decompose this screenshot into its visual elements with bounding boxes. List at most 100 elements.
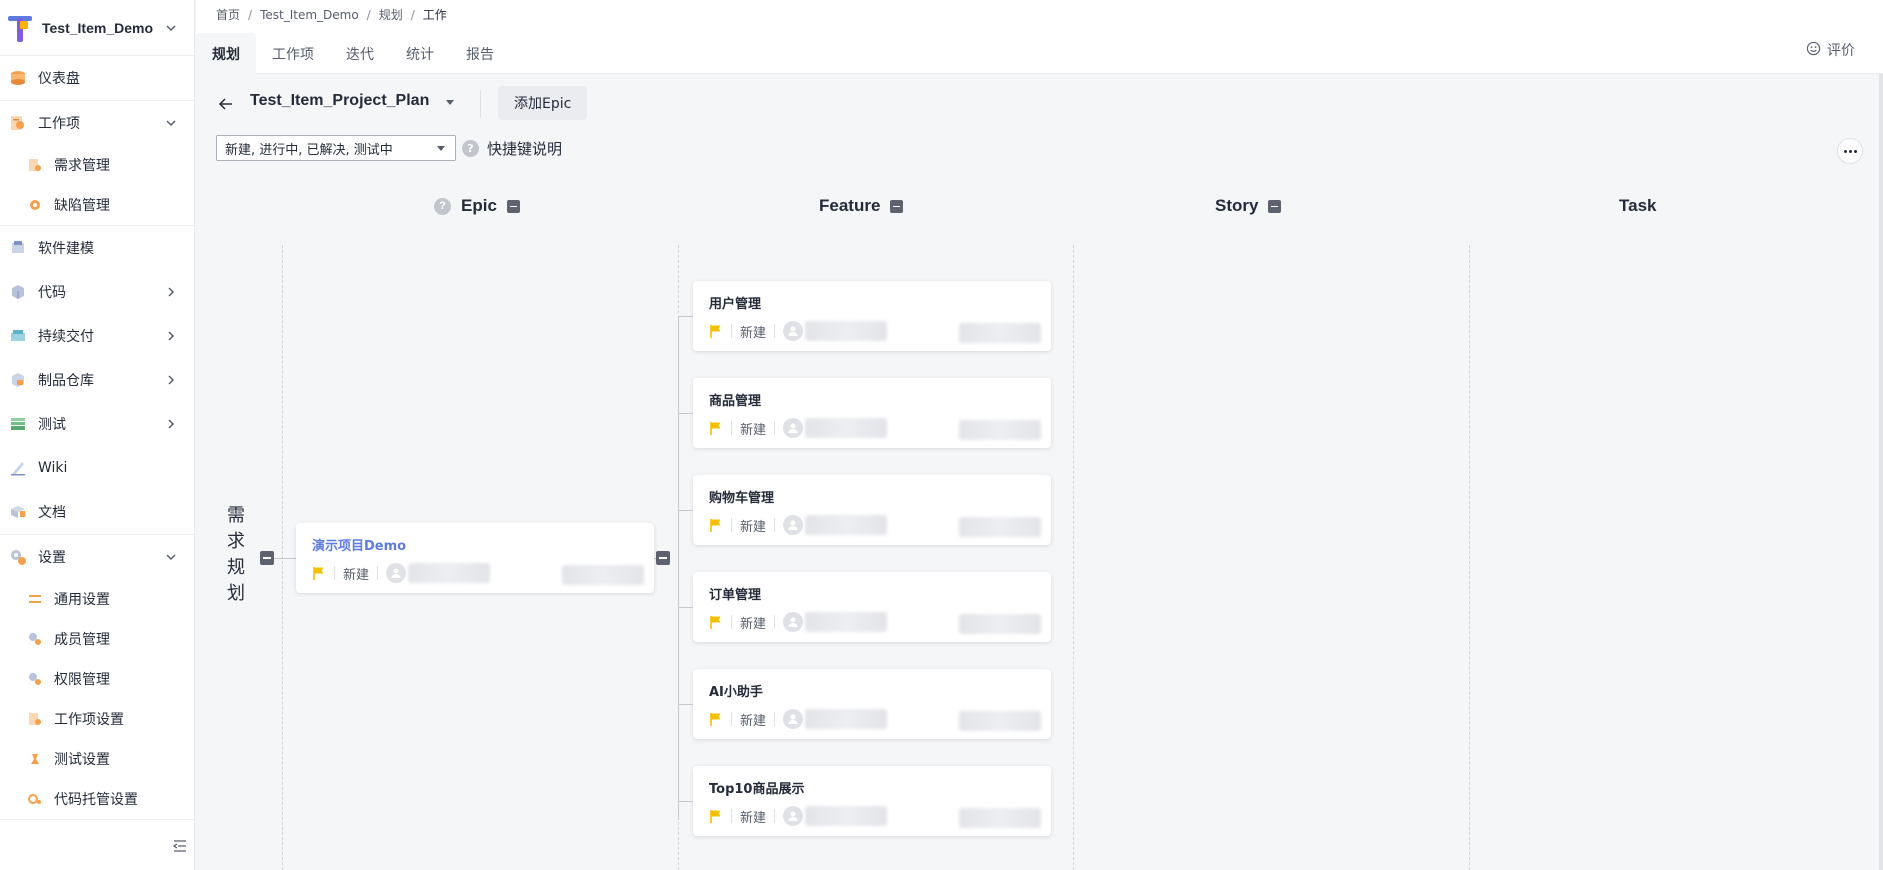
status-label[interactable]: 新建: [343, 564, 369, 583]
sidebar-item-label: 持续交付: [38, 329, 94, 345]
divider: [774, 421, 776, 435]
sidebar-item-work-items[interactable]: 工作项: [0, 101, 194, 145]
feature-card[interactable]: Top10商品展示 新建: [693, 766, 1051, 836]
avatar-icon[interactable]: [783, 515, 804, 535]
breadcrumb-plan[interactable]: 规划: [379, 6, 403, 23]
divider: [731, 615, 732, 629]
add-epic-button[interactable]: 添加Epic: [498, 86, 588, 120]
tab-work-items[interactable]: 工作项: [256, 33, 330, 74]
wiki-icon: [8, 458, 28, 478]
sidebar-item-defects[interactable]: 缺陷管理: [0, 185, 194, 225]
chevron-right-icon: [162, 327, 180, 345]
collapse-column-icon[interactable]: [890, 199, 904, 213]
sidebar-item-docs[interactable]: 文档: [0, 490, 194, 534]
sidebar-item-modeling[interactable]: 软件建模: [0, 226, 194, 270]
epic-title[interactable]: 演示项目Demo: [312, 535, 406, 554]
collapse-column-icon[interactable]: [506, 199, 520, 213]
tab-iterations[interactable]: 迭代: [330, 33, 390, 74]
avatar-icon[interactable]: [783, 321, 804, 341]
collapse-swimlane-icon[interactable]: [260, 551, 274, 565]
tab-statistics[interactable]: 统计: [390, 33, 450, 74]
divider: [774, 615, 776, 629]
status-label[interactable]: 新建: [740, 613, 766, 632]
sidebar-item-code[interactable]: 代码: [0, 270, 194, 314]
modeling-icon: [8, 238, 28, 258]
vertical-scrollbar[interactable]: [1879, 74, 1883, 870]
status-filter-value: 新建, 进行中, 已解决, 测试中: [225, 142, 393, 158]
feature-card[interactable]: 商品管理 新建: [693, 378, 1051, 448]
sidebar-item-label: 文档: [38, 505, 66, 521]
feedback-button[interactable]: 评价: [1806, 40, 1855, 60]
tab-reports[interactable]: 报告: [450, 33, 510, 74]
collapse-column-icon[interactable]: [1268, 199, 1282, 213]
avatar-icon[interactable]: [386, 563, 407, 583]
status-label[interactable]: 新建: [740, 322, 766, 341]
feature-card[interactable]: 订单管理 新建: [693, 572, 1051, 642]
divider: [774, 518, 776, 532]
feature-card[interactable]: AI小助手 新建: [693, 669, 1051, 739]
feature-title[interactable]: Top10商品展示: [709, 778, 804, 797]
feature-title[interactable]: 商品管理: [709, 390, 761, 409]
top-bar: 首页 / Test_Item_Demo / 规划 / 工作 规划 工作项 迭代 …: [196, 0, 1883, 74]
breadcrumb-project[interactable]: Test_Item_Demo: [260, 8, 359, 22]
collapse-sidebar-icon[interactable]: [170, 836, 190, 856]
sidebar-item-label: 制品仓库: [38, 373, 94, 389]
sidebar-item-dashboard[interactable]: 仪表盘: [0, 56, 194, 100]
sidebar-item-wiki[interactable]: Wiki: [0, 446, 194, 490]
feature-title[interactable]: 购物车管理: [709, 487, 774, 506]
avatar-icon[interactable]: [783, 709, 804, 729]
flag-icon: [709, 615, 723, 629]
collapse-epic-children-icon[interactable]: [656, 551, 670, 565]
back-arrow-icon[interactable]: [216, 94, 236, 114]
avatar-icon[interactable]: [783, 612, 804, 632]
sidebar-item-label: 需求管理: [54, 158, 110, 174]
plan-title[interactable]: Test_Item_Project_Plan: [250, 92, 429, 110]
sidebar-item-repo-settings[interactable]: 代码托管设置: [0, 779, 194, 819]
card-meta: 新建: [709, 515, 888, 535]
sidebar-item-requirements[interactable]: 需求管理: [0, 145, 194, 185]
connector-line: [678, 316, 679, 820]
epic-card[interactable]: 演示项目Demo 新建: [296, 523, 654, 593]
more-options-button[interactable]: [1837, 138, 1863, 164]
project-switcher[interactable]: Test_Item_Demo: [0, 0, 194, 56]
feature-card[interactable]: 购物车管理 新建: [693, 475, 1051, 545]
column-divider: [1469, 245, 1470, 870]
status-filter-select[interactable]: 新建, 进行中, 已解决, 测试中: [216, 135, 456, 161]
column-divider: [1073, 245, 1074, 870]
feature-card[interactable]: 用户管理 新建: [693, 281, 1051, 351]
sidebar-item-permissions[interactable]: 权限管理: [0, 659, 194, 699]
connector-line: [678, 413, 693, 414]
help-icon[interactable]: ?: [462, 139, 479, 157]
tab-plan[interactable]: 规划: [196, 33, 256, 74]
breadcrumb-home[interactable]: 首页: [216, 6, 240, 23]
status-label[interactable]: 新建: [740, 807, 766, 826]
status-label[interactable]: 新建: [740, 710, 766, 729]
status-label[interactable]: 新建: [740, 516, 766, 535]
connector-line: [678, 607, 693, 608]
sidebar-item-members[interactable]: 成员管理: [0, 619, 194, 659]
card-meta: 新建: [709, 418, 888, 438]
sidebar-item-label: 缺陷管理: [54, 198, 110, 214]
sidebar-item-testing[interactable]: 测试: [0, 402, 194, 446]
feature-title[interactable]: 用户管理: [709, 293, 761, 312]
avatar-icon[interactable]: [783, 418, 804, 438]
redacted-assignee: [805, 806, 888, 826]
shortcut-help-link[interactable]: 快捷键说明: [487, 138, 562, 159]
sidebar-item-delivery[interactable]: 持续交付: [0, 314, 194, 358]
project-name: Test_Item_Demo: [42, 19, 154, 36]
help-icon[interactable]: ?: [434, 197, 451, 215]
redacted-date: [959, 808, 1041, 828]
sidebar-item-test-settings[interactable]: 测试设置: [0, 739, 194, 779]
sidebar-item-settings[interactable]: 设置: [0, 535, 194, 579]
sidebar-item-work-item-settings[interactable]: 工作项设置: [0, 699, 194, 739]
chevron-right-icon: [162, 283, 180, 301]
status-label[interactable]: 新建: [740, 419, 766, 438]
breadcrumb-separator: /: [248, 7, 253, 22]
plan-dropdown-caret-icon[interactable]: [446, 100, 454, 105]
sidebar-item-general-settings[interactable]: 通用设置: [0, 579, 194, 619]
avatar-icon[interactable]: [783, 806, 804, 826]
sidebar-item-artifacts[interactable]: 制品仓库: [0, 358, 194, 402]
card-meta: 新建: [709, 612, 888, 632]
feature-title[interactable]: AI小助手: [709, 681, 763, 700]
feature-title[interactable]: 订单管理: [709, 584, 761, 603]
